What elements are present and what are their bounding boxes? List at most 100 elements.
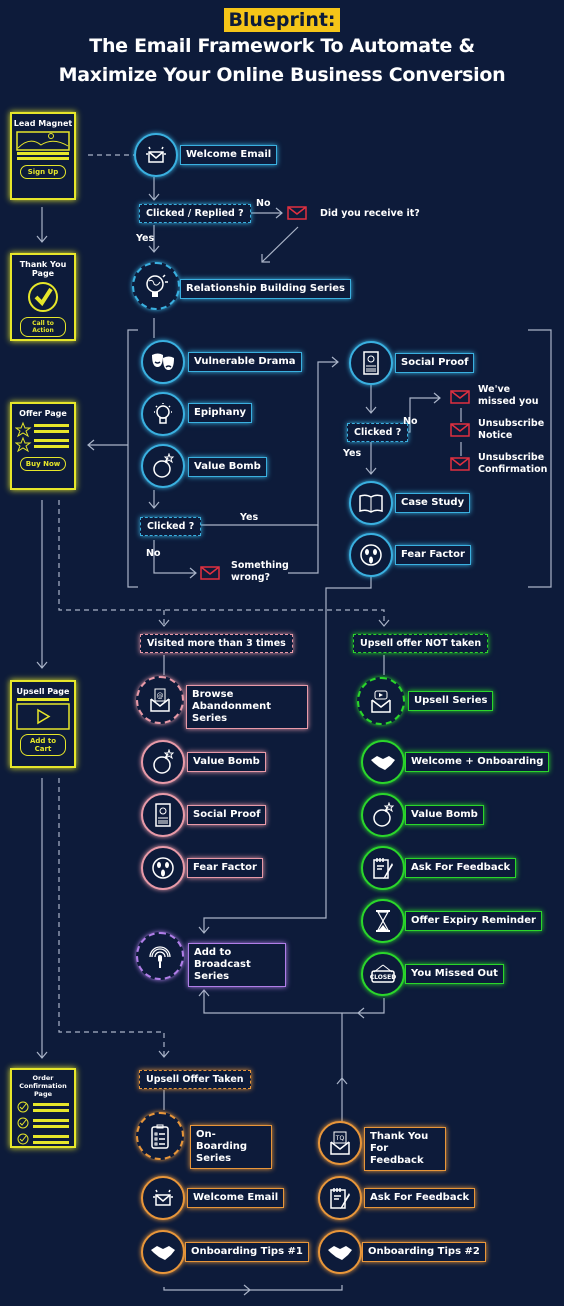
upsell-series-node[interactable] xyxy=(357,677,405,725)
bomb-icon xyxy=(153,749,175,774)
welcome-email-label: Welcome Email xyxy=(180,145,278,165)
lead-magnet-page: Lead Magnet Sign Up xyxy=(10,112,76,200)
epiphany-label: Epiphany xyxy=(188,403,253,423)
case-study-label: Case Study xyxy=(395,493,471,513)
ask-feedback-label-2: Ask For Feedback xyxy=(364,1188,476,1208)
ask-feedback-node[interactable] xyxy=(361,846,405,890)
unsubscribe-confirmation-label: Unsubscribe Confirmation xyxy=(478,452,548,475)
broadcast-label: Add to Broadcast Series xyxy=(188,943,286,987)
onboarding-tips-1-label: Onboarding Tips #1 xyxy=(185,1242,309,1262)
social-proof-label: Social Proof xyxy=(395,353,475,373)
ask-feedback-label: Ask For Feedback xyxy=(405,858,517,878)
hourglass-icon xyxy=(376,910,390,932)
fear-factor-node-2[interactable] xyxy=(141,846,185,890)
no-label: No xyxy=(403,416,418,427)
closed-sign-text: CLOSED xyxy=(370,974,396,981)
handshake-icon xyxy=(328,1246,352,1260)
browse-abandonment-node[interactable]: @ xyxy=(136,676,184,724)
lightbulb-icon xyxy=(154,403,172,424)
relationship-building-label: Relationship Building Series xyxy=(180,279,352,299)
notepad-pencil-icon xyxy=(330,1188,350,1209)
page-title-line1: The Email Framework To Automate & xyxy=(89,35,475,57)
blueprint-badge: Blueprint: xyxy=(224,8,340,32)
buy-now-button[interactable]: Buy Now xyxy=(20,457,66,471)
offer-expiry-node[interactable] xyxy=(361,899,405,943)
welcome-onboarding-label: Welcome + Onboarding xyxy=(405,752,550,772)
testimonial-icon xyxy=(155,803,171,827)
value-bomb-node[interactable] xyxy=(141,444,185,488)
notepad-pencil-icon xyxy=(373,858,393,879)
scared-face-icon xyxy=(152,857,174,879)
fear-factor-node[interactable] xyxy=(349,533,393,577)
vulnerable-drama-label: Vulnerable Drama xyxy=(188,352,302,372)
thank-you-page: Thank You Page Call to Action xyxy=(10,253,76,341)
thank-you-feedback-node[interactable]: TQ xyxy=(318,1121,362,1165)
ask-feedback-node-2[interactable] xyxy=(318,1176,362,1220)
closed-sign-icon: CLOSED xyxy=(370,964,396,983)
upsell-page: Upsell Page Add to Cart xyxy=(10,680,76,768)
offer-expiry-label: Offer Expiry Reminder xyxy=(405,911,542,931)
no-label: No xyxy=(256,198,271,209)
case-study-node[interactable] xyxy=(349,481,393,525)
welcome-email-node-2[interactable] xyxy=(141,1176,185,1220)
bomb-icon xyxy=(373,802,395,827)
clicked-replied-decision: Clicked / Replied ? xyxy=(139,204,251,223)
call-to-action-button[interactable]: Call to Action xyxy=(20,317,66,337)
social-proof-node-2[interactable] xyxy=(141,793,185,837)
welcome-email-node[interactable] xyxy=(134,133,178,177)
yes-label: Yes xyxy=(240,512,259,523)
checkmark-icon xyxy=(28,282,58,312)
onboarding-tips-2-label: Onboarding Tips #2 xyxy=(362,1242,486,1262)
missed-you-label: We've missed you xyxy=(478,384,539,407)
did-you-receive-label: Did you receive it? xyxy=(320,208,420,219)
on-boarding-series-node[interactable] xyxy=(136,1112,184,1160)
browse-abandonment-label: Browse Abandonment Series xyxy=(186,685,308,729)
onboarding-tips-2-node[interactable] xyxy=(318,1230,362,1274)
value-bomb-node-3[interactable] xyxy=(361,793,405,837)
you-missed-out-label: You Missed Out xyxy=(405,964,504,984)
envelope-icon xyxy=(146,146,166,163)
onboarding-tips-1-node[interactable] xyxy=(141,1230,185,1274)
image-icon xyxy=(16,131,70,160)
sign-up-button[interactable]: Sign Up xyxy=(20,165,66,179)
page-title: Order Confirmation Page xyxy=(19,1074,67,1098)
drama-masks-icon xyxy=(152,353,174,370)
page-title: Offer Page xyxy=(19,409,67,418)
upsell-not-taken-condition: Upsell offer NOT taken xyxy=(353,634,489,653)
on-boarding-series-label: On-Boarding Series xyxy=(190,1125,272,1169)
envelope-icon xyxy=(153,1189,173,1206)
add-to-cart-button[interactable]: Add to Cart xyxy=(20,734,66,756)
envelope-icon xyxy=(450,423,470,437)
social-proof-node[interactable] xyxy=(349,341,393,385)
stars-list-icon xyxy=(15,421,69,453)
value-bomb-label-2: Value Bomb xyxy=(187,752,266,772)
at-envelope-icon: @ xyxy=(150,688,170,712)
bomb-icon xyxy=(153,453,175,478)
offer-page: Offer Page Buy Now xyxy=(10,402,76,490)
header: Blueprint: The Email Framework To Automa… xyxy=(0,8,564,90)
connector-lines xyxy=(36,154,552,1296)
value-bomb-node-2[interactable] xyxy=(141,740,185,784)
page-title: Upsell Page xyxy=(16,687,70,696)
value-bomb-label: Value Bomb xyxy=(188,457,267,477)
relationship-building-node[interactable] xyxy=(132,262,180,310)
book-icon xyxy=(359,494,383,513)
globe-lightbulb-icon xyxy=(146,274,168,297)
envelope-icon xyxy=(287,206,307,220)
no-label: No xyxy=(146,548,161,559)
you-missed-out-node[interactable]: CLOSED xyxy=(361,952,405,996)
broadcast-node[interactable] xyxy=(136,932,184,980)
envelope-icon xyxy=(200,566,220,580)
epiphany-node[interactable] xyxy=(141,392,185,436)
welcome-onboarding-node[interactable] xyxy=(361,740,405,784)
welcome-email-label-2: Welcome Email xyxy=(187,1188,285,1208)
tq-text: TQ xyxy=(335,1135,345,1142)
vulnerable-drama-node[interactable] xyxy=(141,340,185,384)
visited-condition: Visited more than 3 times xyxy=(140,634,293,653)
fear-factor-label-2: Fear Factor xyxy=(187,858,263,878)
page-title: Lead Magnet xyxy=(13,119,73,128)
checklist-icon xyxy=(17,1101,69,1145)
testimonial-icon xyxy=(363,351,379,375)
scared-face-icon xyxy=(360,544,382,566)
fear-factor-label: Fear Factor xyxy=(395,545,471,565)
